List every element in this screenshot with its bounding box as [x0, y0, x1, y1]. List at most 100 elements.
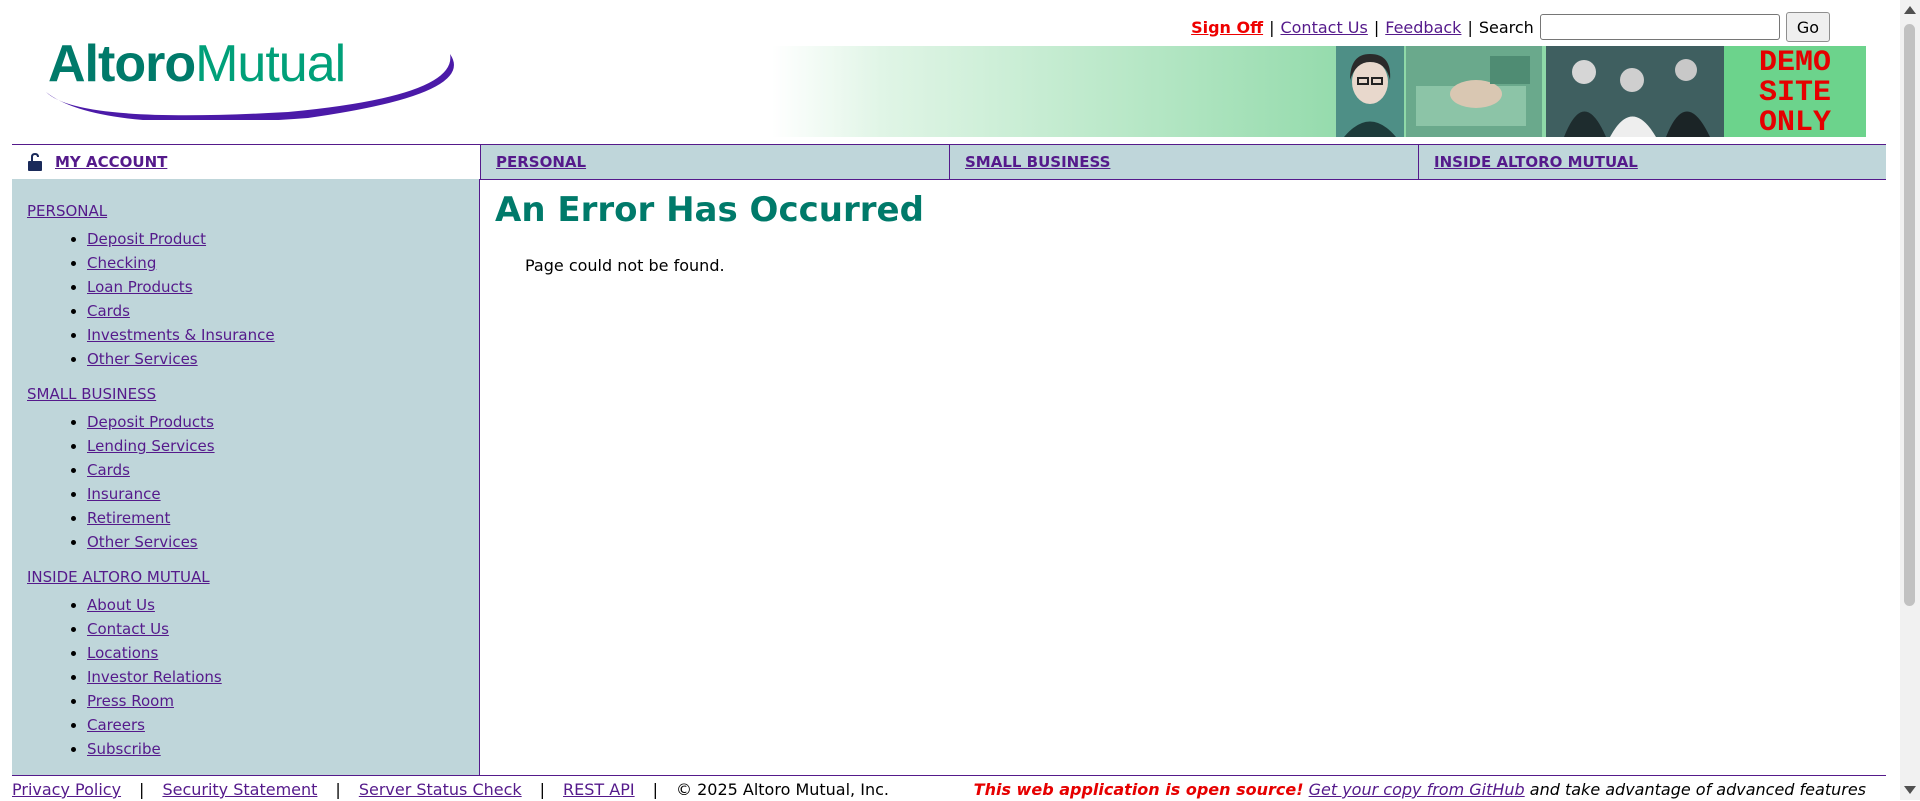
github-link[interactable]: Get your copy from GitHub — [1309, 780, 1525, 799]
sidebar-list: Deposit Product Checking Loan Products C… — [27, 227, 275, 371]
sidebar-link[interactable]: Investor Relations — [87, 668, 222, 686]
stamp-line: SITE — [1758, 76, 1831, 110]
sidebar-link[interactable]: Subscribe — [87, 740, 161, 758]
sidebar-link[interactable]: Careers — [87, 716, 145, 734]
header: AltoroMutual Sign Off | Contact Us | Fee… — [0, 0, 1898, 144]
list-item: About Us — [87, 593, 222, 617]
logo-wordmark: AltoroMutual — [48, 34, 346, 94]
list-item: Checking — [87, 251, 275, 275]
tab-small-business-link[interactable]: SMALL BUSINESS — [965, 153, 1110, 171]
sidebar-heading-small-business[interactable]: SMALL BUSINESS — [27, 378, 215, 410]
scrollbar-thumb[interactable] — [1904, 24, 1915, 606]
feedback-link[interactable]: Feedback — [1385, 18, 1461, 37]
sidebar-list: About Us Contact Us Locations Investor R… — [27, 593, 222, 761]
open-source-text: This web application is open source! — [973, 780, 1304, 799]
sidebar-link[interactable]: Cards — [87, 302, 130, 320]
separator: | — [652, 780, 658, 799]
list-item: Other Services — [87, 530, 215, 554]
sidebar-link[interactable]: About Us — [87, 596, 155, 614]
list-item: Deposit Products — [87, 410, 215, 434]
separator: | — [1373, 17, 1380, 37]
sidebar-heading-inside-altoro[interactable]: INSIDE ALTORO MUTUAL — [27, 561, 222, 593]
tab-inside-altoro-link[interactable]: INSIDE ALTORO MUTUAL — [1434, 153, 1638, 171]
security-statement-link[interactable]: Security Statement — [162, 780, 317, 799]
sidebar-link[interactable]: Lending Services — [87, 437, 215, 455]
scroll-down-arrow-icon[interactable] — [1904, 786, 1916, 794]
altoro-mutual-logo[interactable]: AltoroMutual — [38, 34, 458, 120]
scroll-up-arrow-icon[interactable] — [1904, 6, 1916, 14]
sidebar-section-personal: PERSONAL Deposit Product Checking Loan P… — [27, 195, 275, 371]
sidebar-link[interactable]: Checking — [87, 254, 156, 272]
hands-photo-icon — [1406, 46, 1542, 137]
sidebar-link[interactable]: Retirement — [87, 509, 170, 527]
footer: Privacy Policy | Security Statement | Se… — [12, 775, 1886, 801]
list-item: Deposit Product — [87, 227, 275, 251]
sidebar-link[interactable]: Insurance — [87, 485, 161, 503]
sidebar-list: Deposit Products Lending Services Cards … — [27, 410, 215, 554]
list-item: Lending Services — [87, 434, 215, 458]
vertical-scrollbar[interactable] — [1900, 0, 1920, 800]
list-item: Insurance — [87, 482, 215, 506]
error-message: Page could not be found. — [525, 256, 725, 275]
sidebar-heading-personal[interactable]: PERSONAL — [27, 195, 275, 227]
sidebar-link[interactable]: Contact Us — [87, 620, 169, 638]
list-item: Contact Us — [87, 617, 222, 641]
advanced-features-text: and take advantage of advanced features — [1529, 780, 1866, 799]
search-input[interactable] — [1539, 14, 1780, 40]
sidebar-link[interactable]: Press Room — [87, 692, 174, 710]
sidebar-link[interactable]: Other Services — [87, 350, 198, 368]
separator: | — [1467, 17, 1473, 37]
separator: | — [335, 780, 341, 799]
sidebar-link[interactable]: Deposit Products — [87, 413, 214, 431]
tab-personal-link[interactable]: PERSONAL — [496, 153, 586, 171]
separator: | — [139, 780, 145, 799]
list-item: Locations — [87, 641, 222, 665]
stamp-line: DEMO — [1758, 46, 1831, 80]
list-item: Cards — [87, 458, 215, 482]
stamp-line: ONLY — [1758, 106, 1831, 140]
sidebar-link[interactable]: Loan Products — [87, 278, 193, 296]
my-account-link[interactable]: MY ACCOUNT — [55, 153, 167, 171]
contact-us-link[interactable]: Contact Us — [1280, 18, 1367, 37]
footer-links: Privacy Policy | Security Statement | Se… — [12, 780, 889, 799]
sidebar-section-small-business: SMALL BUSINESS Deposit Products Lending … — [27, 378, 215, 554]
main-nav: MY ACCOUNT PERSONAL SMALL BUSINESS INSID… — [12, 144, 1886, 180]
list-item: Cards — [87, 299, 275, 323]
demo-site-only-stamp: DEMO SITE ONLY — [1724, 46, 1866, 140]
tab-my-account[interactable]: MY ACCOUNT — [12, 145, 480, 179]
tab-personal[interactable]: PERSONAL — [480, 145, 949, 179]
sidebar-link[interactable]: Deposit Product — [87, 230, 206, 248]
sidebar-link[interactable]: Other Services — [87, 533, 198, 551]
list-item: Loan Products — [87, 275, 275, 299]
open-source-notice: This web application is open source! Get… — [974, 780, 1866, 799]
list-item: Investor Relations — [87, 665, 222, 689]
server-status-link[interactable]: Server Status Check — [359, 780, 522, 799]
page-title: An Error Has Occurred — [495, 190, 924, 230]
sign-off-link[interactable]: Sign Off — [1191, 18, 1263, 37]
woman-photo-icon — [1336, 46, 1404, 137]
list-item: Other Services — [87, 347, 275, 371]
business-people-photo-icon — [1546, 46, 1724, 137]
header-banner: DEMO SITE ONLY — [772, 46, 1866, 140]
list-item: Subscribe — [87, 737, 222, 761]
tab-small-business[interactable]: SMALL BUSINESS — [949, 145, 1418, 179]
logo-text-mutual: Mutual — [195, 35, 346, 93]
list-item: Press Room — [87, 689, 222, 713]
rest-api-link[interactable]: REST API — [563, 780, 635, 799]
sidebar-link[interactable]: Locations — [87, 644, 158, 662]
copyright-text: © 2025 Altoro Mutual, Inc. — [676, 780, 889, 799]
sidebar-link[interactable]: Cards — [87, 461, 130, 479]
separator: | — [539, 780, 546, 799]
search-label: Search — [1478, 17, 1534, 37]
sidebar-section-inside-altoro: INSIDE ALTORO MUTUAL About Us Contact Us… — [27, 561, 222, 761]
tab-inside-altoro-mutual[interactable]: INSIDE ALTORO MUTUAL — [1418, 145, 1886, 179]
sidebar-link[interactable]: Investments & Insurance — [87, 326, 275, 344]
main-content: An Error Has Occurred Page could not be … — [495, 190, 924, 275]
list-item: Retirement — [87, 506, 215, 530]
sidebar: PERSONAL Deposit Product Checking Loan P… — [12, 179, 480, 775]
unlocked-padlock-icon — [28, 153, 42, 171]
privacy-policy-link[interactable]: Privacy Policy — [12, 780, 121, 799]
logo-text-altoro: Altoro — [48, 35, 196, 93]
top-links: Sign Off | Contact Us | Feedback | Searc… — [1191, 12, 1830, 42]
go-button[interactable]: Go — [1785, 12, 1830, 42]
